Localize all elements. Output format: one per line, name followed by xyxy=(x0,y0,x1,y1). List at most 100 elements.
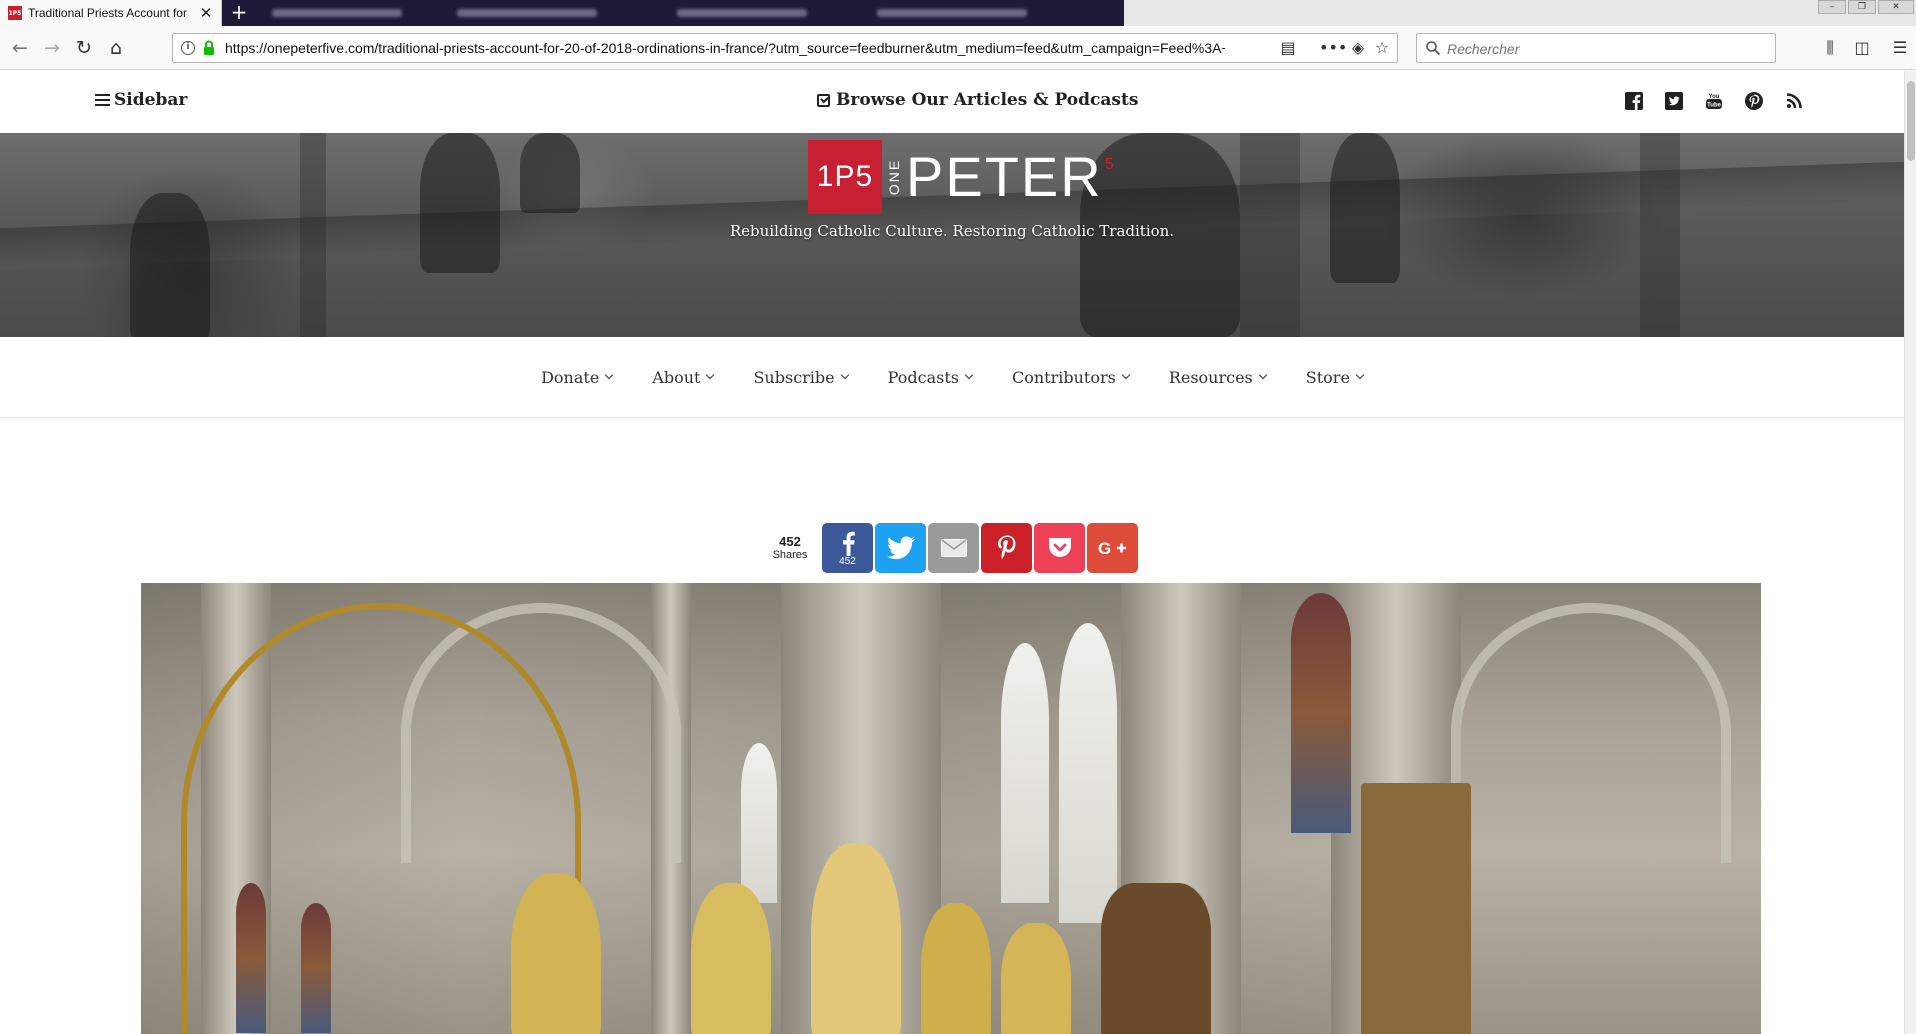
pocket-icon[interactable]: ◈ xyxy=(1347,37,1369,59)
address-bar[interactable]: i https://onepeterfive.com/traditional-p… xyxy=(172,33,1398,63)
menu-item-resources[interactable]: Resources xyxy=(1168,367,1268,387)
browser-tab-strip-blurred xyxy=(222,0,1124,26)
photo-window xyxy=(1001,643,1049,903)
facebook-icon[interactable] xyxy=(1624,91,1644,111)
photo-window xyxy=(741,743,777,903)
google-plus-share-button[interactable]: G xyxy=(1087,523,1138,573)
hero-statue xyxy=(1330,133,1400,283)
chevron-down-icon xyxy=(1258,370,1268,380)
chevron-down-icon xyxy=(605,370,614,380)
site-info-icon[interactable]: i xyxy=(181,41,195,55)
menu-item-about[interactable]: About xyxy=(652,367,715,387)
facebook-share-button[interactable]: 452 xyxy=(822,523,873,573)
pocket-share-button[interactable] xyxy=(1034,523,1085,573)
reload-icon[interactable]: ↻ xyxy=(70,34,98,62)
photo-stained-glass xyxy=(1291,593,1351,833)
photo-figure xyxy=(921,903,991,1034)
share-bar: 452 Shares 452 G xyxy=(766,523,1140,573)
email-share-button[interactable] xyxy=(928,523,979,573)
reader-view-icon[interactable]: ▤ xyxy=(1277,37,1299,59)
google-plus-icon: G xyxy=(1098,539,1126,558)
browser-nav-bar: ← → ↻ ⌂ i https://onepeterfive.com/tradi… xyxy=(0,26,1916,70)
pocket-icon xyxy=(1048,538,1071,557)
menu-item-contributors[interactable]: Contributors xyxy=(1011,367,1131,387)
svg-text:Tube: Tube xyxy=(1707,103,1722,109)
blurred-tab[interactable] xyxy=(272,9,402,17)
photo-arch xyxy=(1451,603,1731,863)
menu-label: Contributors xyxy=(1011,367,1116,387)
page-actions-icon[interactable]: ••• xyxy=(1319,37,1347,59)
hero-statue xyxy=(520,133,580,213)
sidebar-toggle-button[interactable]: Sidebar xyxy=(95,90,187,110)
rss-icon[interactable] xyxy=(1784,91,1804,111)
chevron-down-icon xyxy=(840,370,849,380)
twitter-icon xyxy=(886,536,915,560)
chevron-down-icon xyxy=(706,370,715,380)
back-arrow-icon[interactable]: ← xyxy=(6,34,34,62)
facebook-share-count: 452 xyxy=(839,555,856,567)
bookmark-star-icon[interactable]: ☆ xyxy=(1371,37,1393,59)
dropdown-box-icon xyxy=(817,93,830,107)
tab-close-icon[interactable]: ✕ xyxy=(199,6,213,21)
site-top-bar: Sidebar Browse Our Articles & Podcasts Y… xyxy=(0,71,1904,133)
menu-item-podcasts[interactable]: Podcasts xyxy=(887,367,974,387)
pinterest-icon[interactable] xyxy=(1744,91,1764,111)
menu-item-donate[interactable]: Donate xyxy=(541,367,614,387)
home-icon[interactable]: ⌂ xyxy=(102,34,130,62)
sidebar-toggle-icon[interactable]: ◫ xyxy=(1848,34,1876,62)
scrollbar-thumb[interactable] xyxy=(1907,81,1915,161)
photo-figure xyxy=(1361,783,1471,1034)
hamburger-icon xyxy=(95,91,110,109)
blurred-tab[interactable] xyxy=(677,9,807,17)
menu-hamburger-icon[interactable]: ☰ xyxy=(1886,34,1914,62)
pinterest-share-button[interactable] xyxy=(981,523,1032,573)
pinterest-icon xyxy=(997,535,1015,559)
svg-text:G: G xyxy=(1098,539,1111,558)
blurred-tab[interactable] xyxy=(457,9,597,17)
chevron-down-icon xyxy=(964,370,974,380)
search-input[interactable] xyxy=(1447,38,1767,60)
photo-figure xyxy=(1101,883,1211,1034)
photo-figure xyxy=(1001,923,1071,1034)
minimize-window-button[interactable]: – xyxy=(1818,0,1846,14)
forward-arrow-icon[interactable]: → xyxy=(38,34,66,62)
tab-title: Traditional Priests Account for xyxy=(28,6,187,20)
hero-statue xyxy=(420,133,500,273)
new-tab-button[interactable]: + xyxy=(226,0,252,26)
youtube-icon[interactable]: You Tube xyxy=(1704,91,1724,111)
menu-item-store[interactable]: Store xyxy=(1305,367,1365,387)
featured-image xyxy=(141,583,1761,1034)
search-icon xyxy=(1426,41,1441,56)
logo-word: PETER xyxy=(906,145,1103,208)
chevron-down-icon xyxy=(1355,370,1365,380)
browser-tab-active[interactable]: 1P5 Traditional Priests Account for ✕ xyxy=(0,0,222,26)
photo-figure xyxy=(511,873,601,1034)
menu-label: Resources xyxy=(1168,367,1253,387)
main-menu: Donate About Subscribe Podcasts Contribu… xyxy=(0,337,1904,418)
search-bar[interactable] xyxy=(1416,33,1776,63)
url-text[interactable]: https://onepeterfive.com/traditional-pri… xyxy=(225,40,1225,56)
photo-figure xyxy=(691,883,771,1034)
site-logo[interactable]: 1P5 ONE PETER 5 xyxy=(808,140,1114,214)
share-total-count: 452 xyxy=(779,533,801,549)
menu-item-subscribe[interactable]: Subscribe xyxy=(753,368,849,387)
secure-lock-icon[interactable] xyxy=(203,40,215,56)
share-total: 452 Shares xyxy=(766,533,814,562)
blurred-tab[interactable] xyxy=(877,9,1027,17)
restore-window-button[interactable]: ❐ xyxy=(1848,0,1876,14)
browse-articles-button[interactable]: Browse Our Articles & Podcasts xyxy=(817,90,1138,110)
menu-label: Store xyxy=(1305,367,1350,387)
logo-one: ONE xyxy=(886,158,902,196)
twitter-share-button[interactable] xyxy=(875,523,926,573)
menu-label: Donate xyxy=(541,367,600,387)
sidebar-label: Sidebar xyxy=(114,90,188,110)
menu-label: Podcasts xyxy=(887,367,959,387)
page-scrollbar[interactable] xyxy=(1904,71,1916,1034)
close-window-button[interactable]: ✕ xyxy=(1878,0,1914,14)
email-icon xyxy=(940,539,967,557)
twitter-icon[interactable] xyxy=(1664,91,1684,111)
library-icon[interactable]: ⫼ xyxy=(1816,34,1844,62)
menu-label: About xyxy=(652,367,701,387)
browse-label: Browse Our Articles & Podcasts xyxy=(836,90,1139,110)
photo-window xyxy=(1059,623,1117,923)
